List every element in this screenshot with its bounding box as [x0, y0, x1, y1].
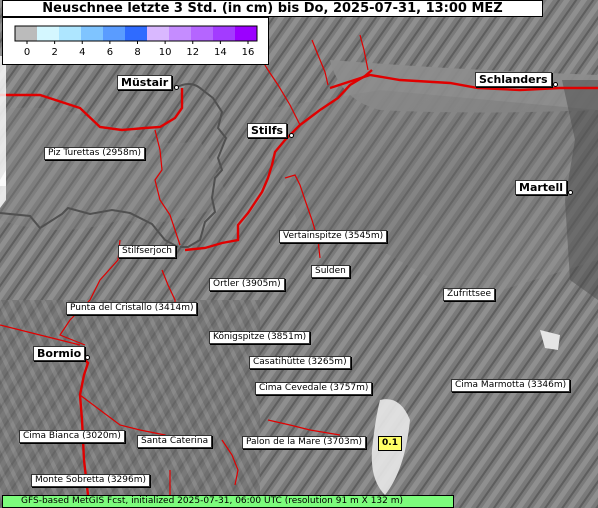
- label-cima-bianca[interactable]: Cima Bianca (3020m): [19, 430, 125, 443]
- stilfs-dot: [289, 133, 294, 138]
- legend-tick-label: 6: [107, 47, 113, 58]
- label-santa-caterina[interactable]: Santa Caterina: [137, 435, 213, 448]
- label-schlanders[interactable]: Schlanders: [475, 72, 552, 87]
- label-vertainspitze[interactable]: Vertainspitze (3545m): [279, 230, 388, 243]
- legend-swatch: [59, 26, 82, 41]
- label-mustair[interactable]: Müstair: [117, 75, 173, 90]
- legend-swatch: [103, 26, 126, 41]
- bormio-dot: [85, 355, 90, 360]
- legend-tick-label: 14: [214, 47, 227, 58]
- legend-tick-label: 4: [79, 47, 85, 58]
- forecast-footer: GFS-based MetGIS Fcst, initialized 2025-…: [2, 495, 454, 508]
- legend-tick-label: 0: [24, 47, 30, 58]
- legend-swatch: [125, 26, 148, 41]
- label-sulden[interactable]: Sulden: [311, 265, 350, 278]
- legend-tick-label: 12: [186, 47, 199, 58]
- legend-swatch: [15, 26, 38, 41]
- legend-swatch: [235, 26, 258, 41]
- label-bormio[interactable]: Bormio: [33, 346, 86, 361]
- label-stilfserjoch[interactable]: Stilfserjoch: [118, 245, 176, 258]
- snow-legend: 0 2 4 6 8 10 12 14 16: [2, 17, 269, 65]
- label-martell[interactable]: Martell: [515, 180, 568, 195]
- label-punta-del-cristallo[interactable]: Punta del Cristallo (3414m): [66, 302, 198, 315]
- label-konigspitze[interactable]: Königspitze (3851m): [209, 331, 311, 344]
- label-palon-de-la-mare[interactable]: Palon de la Mare (3703m): [242, 436, 366, 449]
- legend-swatch: [147, 26, 170, 41]
- legend-swatch: [37, 26, 60, 41]
- mustair-dot: [174, 85, 179, 90]
- legend-swatch: [191, 26, 214, 41]
- label-piz-turettas[interactable]: Piz Turettas (2958m): [44, 147, 146, 160]
- legend-tick-label: 2: [51, 47, 57, 58]
- label-ortler[interactable]: Ortler (3905m): [209, 278, 285, 291]
- martell-dot: [568, 190, 573, 195]
- legend-swatch: [81, 26, 104, 41]
- legend-tick-label: 16: [242, 47, 255, 58]
- legend-tick-label: 10: [159, 47, 172, 58]
- label-monte-sobretta[interactable]: Monte Sobretta (3296m): [31, 474, 151, 487]
- schlanders-dot: [553, 82, 558, 87]
- legend-tick-label: 8: [134, 47, 140, 58]
- label-zufrittsee[interactable]: Zufrittsee: [443, 288, 496, 301]
- label-stilfs[interactable]: Stilfs: [247, 123, 288, 138]
- snow-value-badge: 0.1: [378, 436, 402, 451]
- legend-swatch: [213, 26, 236, 41]
- map-title: Neuschnee letzte 3 Std. (in cm) bis Do, …: [2, 0, 543, 17]
- label-cima-cevedale[interactable]: Cima Cevedale (3757m): [255, 382, 373, 395]
- legend-swatch: [169, 26, 192, 41]
- label-cima-marmotta[interactable]: Cima Marmotta (3346m): [451, 379, 571, 392]
- label-casatihutte[interactable]: Casatihütte (3265m): [249, 356, 351, 369]
- legend-colorbar: 0 2 4 6 8 10 12 14 16: [14, 25, 258, 58]
